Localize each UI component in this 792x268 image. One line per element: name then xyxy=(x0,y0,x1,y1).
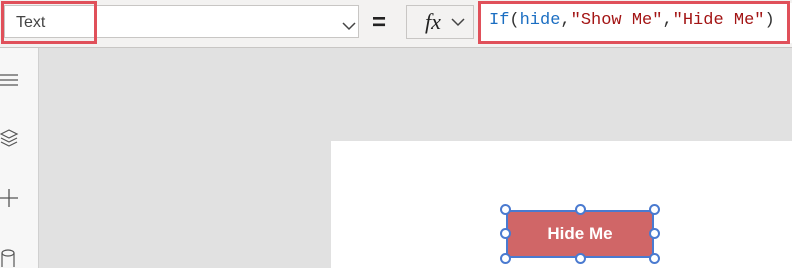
hamburger-menu-icon[interactable] xyxy=(0,70,20,90)
resize-handle-top-left[interactable] xyxy=(500,204,511,215)
resize-handle-top-right[interactable] xyxy=(649,204,660,215)
formula-open-paren: ( xyxy=(509,11,520,30)
fx-button[interactable]: fx xyxy=(406,5,474,39)
formula-arg-false-string: "Hide Me" xyxy=(672,11,765,30)
tools-sidebar xyxy=(0,48,39,268)
formula-text: If(hide,"Show Me","Hide Me") xyxy=(489,11,775,30)
plus-icon[interactable] xyxy=(0,188,20,208)
formula-close-paren: ) xyxy=(764,11,775,30)
property-dropdown[interactable]: Text xyxy=(4,5,359,38)
chevron-down-icon xyxy=(451,18,465,27)
chevron-down-icon[interactable] xyxy=(341,21,357,31)
formula-input[interactable]: If(hide,"Show Me","Hide Me") xyxy=(479,3,792,43)
formula-separator: , xyxy=(560,11,571,30)
resize-handle-bottom-right[interactable] xyxy=(649,253,660,264)
resize-handle-middle-left[interactable] xyxy=(500,228,511,239)
layers-icon[interactable] xyxy=(0,128,20,148)
resize-handle-middle-right[interactable] xyxy=(649,228,660,239)
property-value: Text xyxy=(16,14,46,31)
equals-sign: = xyxy=(372,9,387,36)
resize-handle-bottom-center[interactable] xyxy=(575,253,586,264)
resize-handle-bottom-left[interactable] xyxy=(500,253,511,264)
fx-label: fx xyxy=(425,9,441,34)
resize-handle-top-center[interactable] xyxy=(575,204,586,215)
formula-separator: , xyxy=(662,11,673,30)
formula-arg-true-string: "Show Me" xyxy=(570,11,663,30)
hide-me-button[interactable]: Hide Me xyxy=(506,210,654,258)
formula-bar: Text = fx If(hide,"Show Me","Hide Me") xyxy=(0,0,792,48)
formula-arg-variable: hide xyxy=(519,11,561,30)
formula-function: If xyxy=(489,11,510,30)
database-icon[interactable] xyxy=(0,248,20,268)
